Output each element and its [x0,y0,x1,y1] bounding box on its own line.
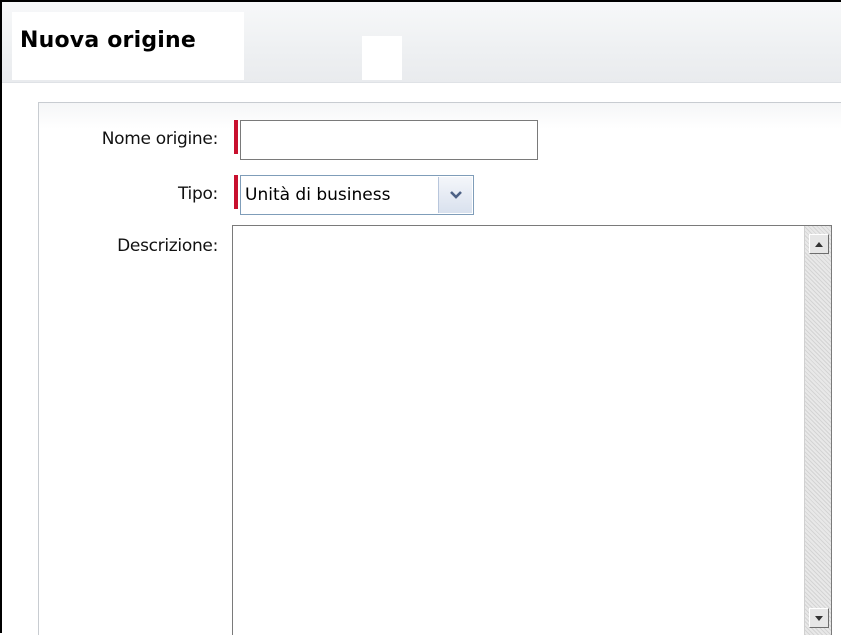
type-select[interactable]: Unità di business [240,175,474,215]
chevron-down-icon [450,191,462,199]
description-textarea[interactable] [233,226,804,635]
name-label: Nome origine: [101,129,219,149]
arrow-up-icon [815,242,823,247]
scroll-down-button[interactable] [809,608,829,628]
type-label: Tipo: [177,184,218,204]
arrow-down-icon [815,616,823,621]
dialog-title: Nuova origine [20,28,197,53]
type-required-marker [234,175,238,209]
description-field [232,225,832,635]
name-required-marker [234,120,238,154]
name-input[interactable] [240,120,538,160]
header-tab-notch [362,36,402,80]
header-divider [2,82,841,83]
scroll-up-button[interactable] [809,234,829,254]
type-select-button[interactable] [438,177,472,213]
description-scrollbar[interactable] [804,226,831,635]
description-label: Descrizione: [117,236,218,256]
type-select-value: Unità di business [245,185,391,205]
